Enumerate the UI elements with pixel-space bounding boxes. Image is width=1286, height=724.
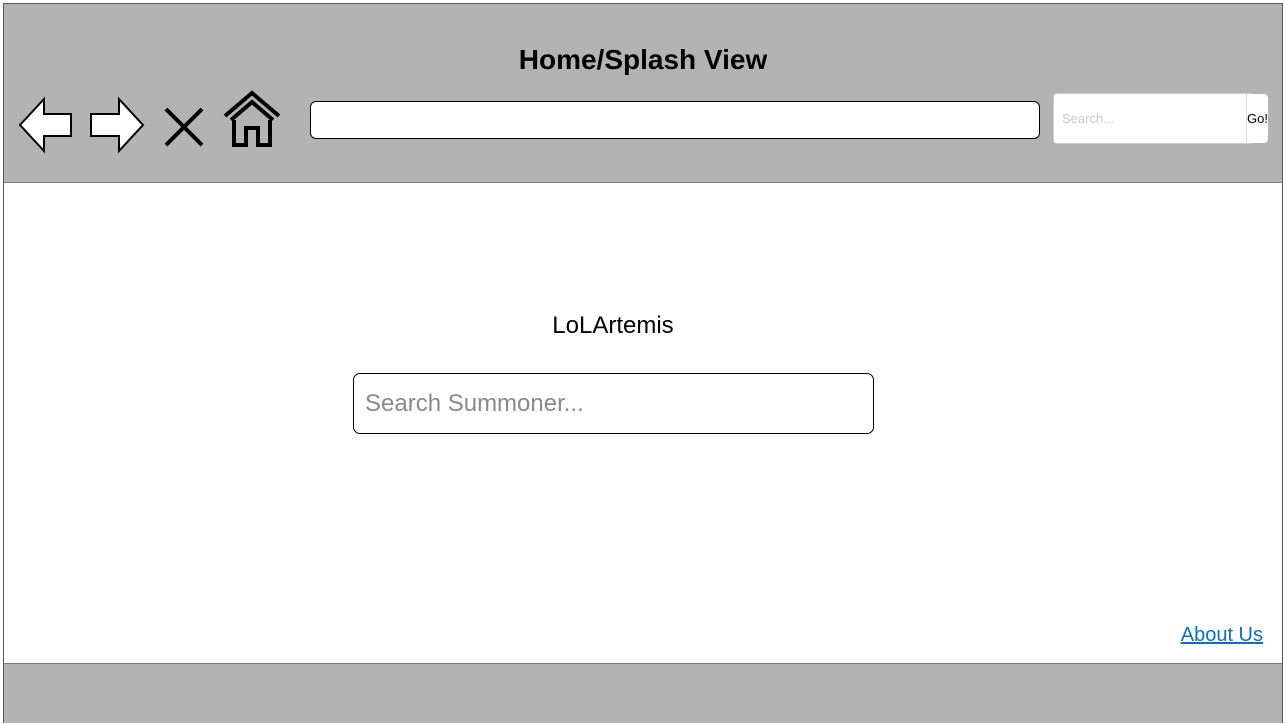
url-bar[interactable] xyxy=(310,101,1040,139)
main-content: LoLArtemis About Us xyxy=(4,183,1282,663)
header-search-input[interactable] xyxy=(1054,94,1246,143)
header-bar: Home/Splash View Go! xyxy=(4,4,1282,183)
back-arrow-icon[interactable] xyxy=(18,96,74,154)
footer-bar xyxy=(4,663,1282,723)
summoner-search-input[interactable] xyxy=(353,373,874,434)
home-icon[interactable] xyxy=(222,90,282,148)
go-button[interactable]: Go! xyxy=(1246,94,1268,143)
app-window: Home/Splash View Go! LoLArtemis About xyxy=(3,3,1283,723)
forward-arrow-icon[interactable] xyxy=(89,96,145,154)
header-search: Go! xyxy=(1053,93,1268,144)
about-us-link[interactable]: About Us xyxy=(1181,624,1263,647)
close-icon[interactable] xyxy=(162,105,206,149)
brand-title: LoLArtemis xyxy=(552,312,674,339)
page-title: Home/Splash View xyxy=(518,44,768,75)
